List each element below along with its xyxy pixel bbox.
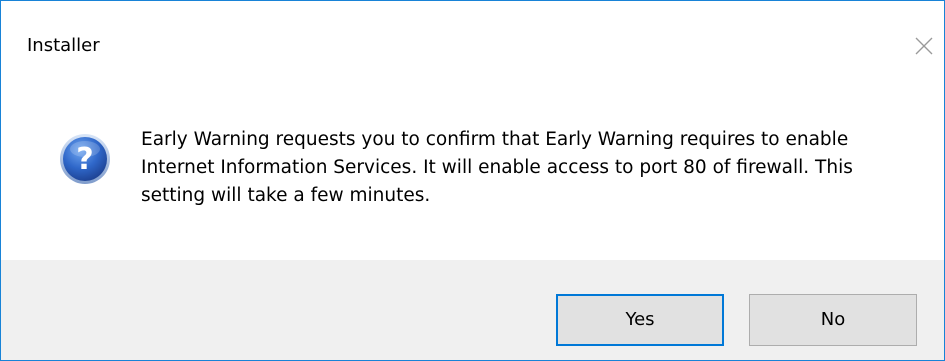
message-area: ? Early Warning requests you to confirm … xyxy=(1,91,944,260)
close-icon xyxy=(915,37,933,55)
svg-text:?: ? xyxy=(76,142,93,177)
message-text: Early Warning requests you to confirm th… xyxy=(141,129,853,206)
installer-dialog: Installer ? Early Warning requests you t… xyxy=(0,0,945,361)
window-title: Installer xyxy=(27,35,100,56)
close-button[interactable] xyxy=(909,31,939,61)
question-icon: ? xyxy=(59,133,111,185)
yes-button[interactable]: Yes xyxy=(556,294,724,346)
no-button[interactable]: No xyxy=(749,294,917,346)
button-bar: Yes No xyxy=(1,260,944,360)
title-bar: Installer xyxy=(1,1,944,91)
